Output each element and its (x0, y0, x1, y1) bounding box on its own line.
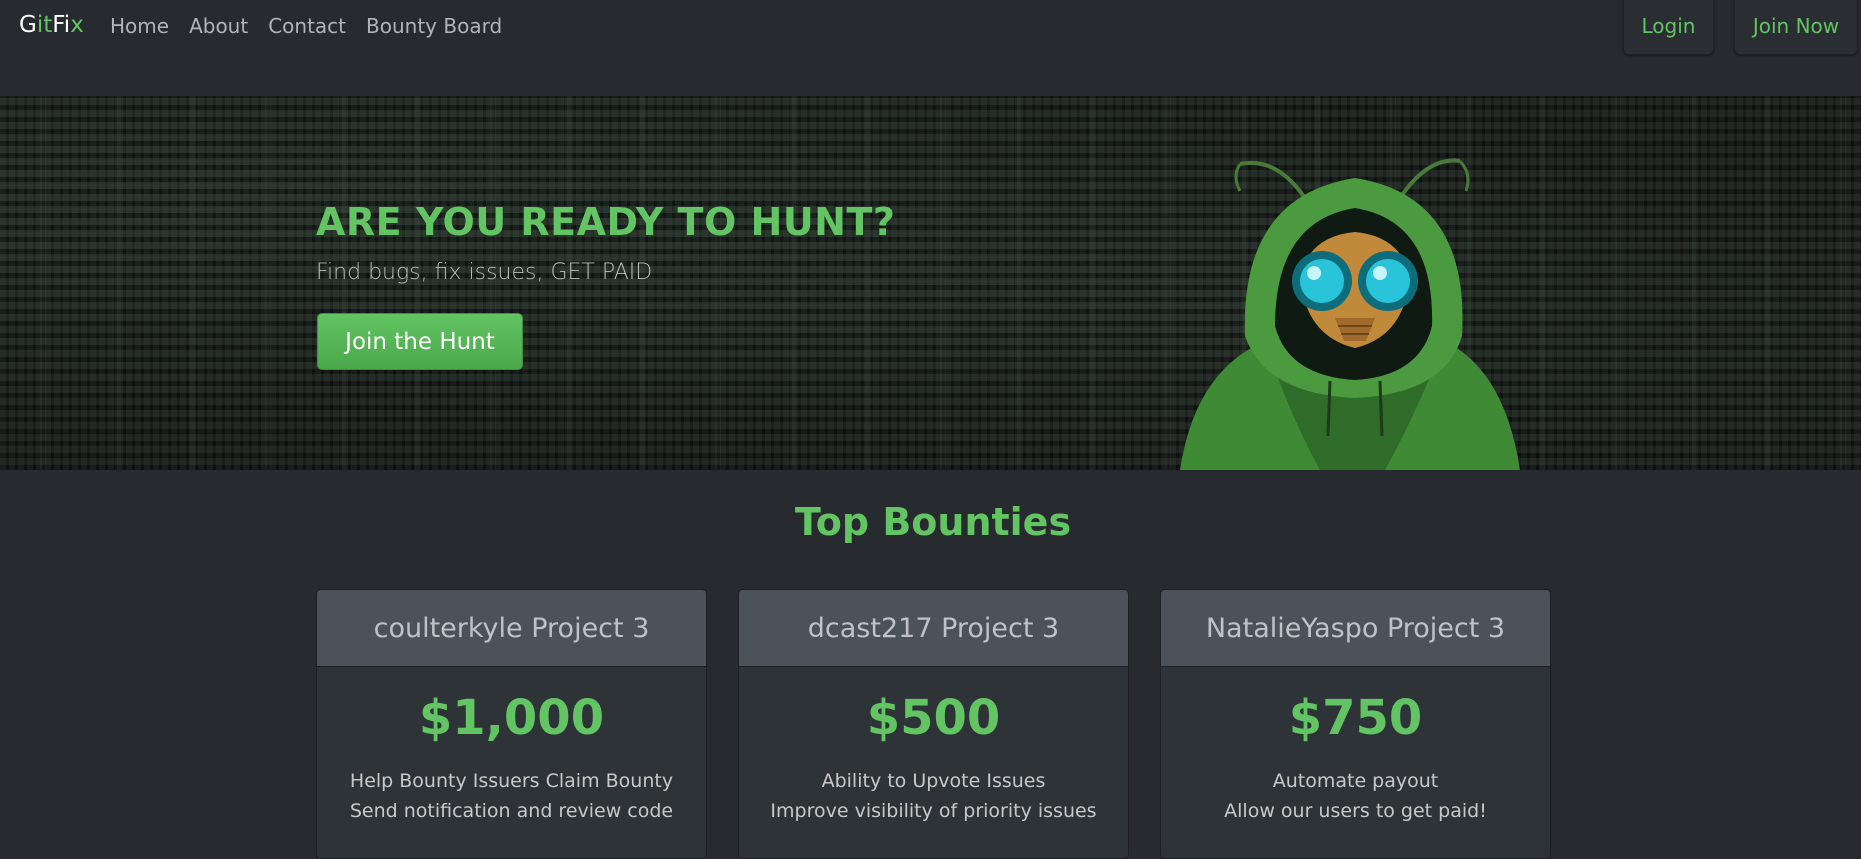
join-the-hunt-button[interactable]: Join the Hunt (317, 313, 523, 370)
hooded-bug-mascot-icon (1180, 158, 1520, 470)
bounty-description-line: Automate payout (1272, 770, 1439, 792)
bounty-description: Help Bounty Issuers Claim Bounty Send no… (317, 766, 706, 826)
hero-subtitle: Find bugs, fix issues, GET PAID (316, 260, 653, 285)
bounty-card[interactable]: coulterkyle Project 3 $1,000 Help Bounty… (316, 589, 707, 859)
bounty-amount: $500 (866, 690, 1001, 746)
brand-logo[interactable]: GitFix (19, 12, 84, 38)
bounty-description: Ability to Upvote Issues Improve visibil… (739, 766, 1128, 826)
bounty-card[interactable]: NatalieYaspo Project 3 $750 Automate pay… (1160, 589, 1551, 859)
nav-links: Home About Contact Bounty Board (110, 14, 522, 38)
nav-link-contact[interactable]: Contact (268, 14, 346, 38)
bounty-description-line: Help Bounty Issuers Claim Bounty (349, 770, 674, 792)
bounty-description-line: Ability to Upvote Issues (821, 770, 1046, 792)
hero-title: ARE YOU READY TO HUNT? (316, 200, 896, 244)
nav-link-about[interactable]: About (189, 14, 248, 38)
bounty-amount: $1,000 (418, 690, 605, 746)
bounty-description: Automate payout Allow our users to get p… (1161, 766, 1550, 826)
bounty-card-title: dcast217 Project 3 (739, 590, 1128, 667)
login-button[interactable]: Login (1623, 0, 1714, 55)
bounty-card-title: coulterkyle Project 3 (317, 590, 706, 667)
top-bounties-title: Top Bounties (794, 500, 1072, 544)
code-rain-background (0, 96, 1861, 470)
join-now-button[interactable]: Join Now (1734, 0, 1858, 55)
navbar: GitFix Home About Contact Bounty Board L… (0, 0, 1861, 96)
bounty-card-title: NatalieYaspo Project 3 (1161, 590, 1550, 667)
bounty-description-line: Improve visibility of priority issues (770, 800, 1097, 822)
nav-link-home[interactable]: Home (110, 14, 169, 38)
bounty-amount: $750 (1288, 690, 1423, 746)
nav-link-bounty-board[interactable]: Bounty Board (366, 14, 502, 38)
bounty-description-line: Send notification and review code (349, 800, 674, 822)
bounty-description-line: Allow our users to get paid! (1224, 800, 1487, 822)
hero-banner: ARE YOU READY TO HUNT? Find bugs, fix is… (0, 96, 1861, 470)
bounty-card[interactable]: dcast217 Project 3 $500 Ability to Upvot… (738, 589, 1129, 859)
